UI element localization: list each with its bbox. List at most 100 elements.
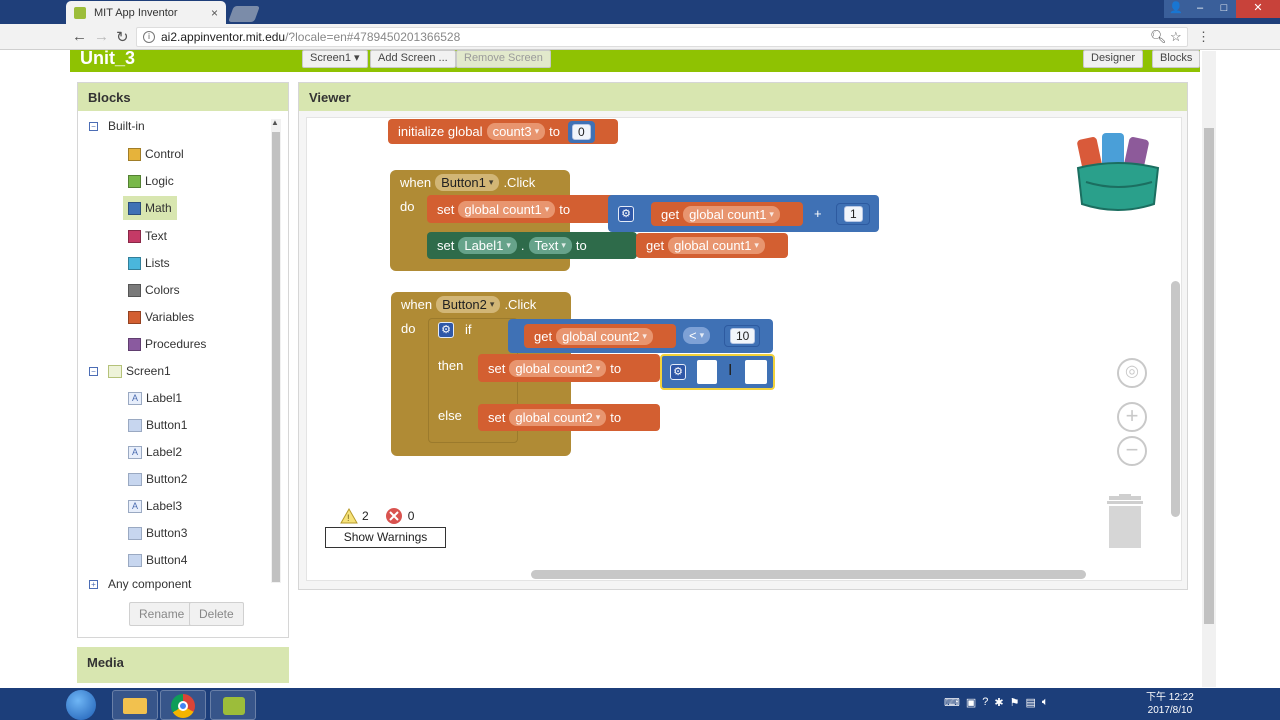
info-icon[interactable]: i: [143, 31, 155, 43]
rename-button[interactable]: Rename: [129, 602, 195, 626]
add-screen-button[interactable]: Add Screen ...: [370, 50, 456, 68]
show-warnings-button[interactable]: Show Warnings: [325, 527, 446, 548]
close-window-icon[interactable]: ✕: [1236, 0, 1280, 18]
number-field[interactable]: 1: [844, 206, 863, 222]
tree-item-button2[interactable]: Button2: [128, 470, 187, 488]
screen-select-button[interactable]: Screen1 ▾: [302, 50, 368, 68]
var-dropdown[interactable]: global count2: [509, 409, 607, 426]
tree-item-logic[interactable]: Logic: [128, 172, 174, 190]
bluetooth-icon[interactable]: ✱: [994, 696, 1003, 709]
tree-item-variables[interactable]: Variables: [128, 308, 194, 326]
user-icon[interactable]: 👤: [1164, 0, 1188, 18]
set-count1-block[interactable]: set global count1 to: [427, 195, 617, 223]
volume-icon[interactable]: 🔈︎: [1042, 696, 1049, 709]
component-dropdown[interactable]: Button2: [436, 295, 501, 313]
tree-item-procedures[interactable]: Procedures: [128, 335, 206, 353]
reload-icon[interactable]: ↻: [116, 28, 129, 46]
url-input[interactable]: i ai2.appinventor.mit.edu /?locale=en#47…: [136, 27, 1188, 47]
tree-screen1[interactable]: − Screen1: [89, 362, 171, 380]
scroll-up-arrow-icon[interactable]: ▲: [271, 118, 279, 127]
browser-tab[interactable]: MIT App Inventor ×: [66, 1, 226, 24]
ime-icon[interactable]: ⌨: [944, 696, 960, 709]
var-dropdown[interactable]: global count2: [509, 359, 607, 377]
network-icon[interactable]: ▤: [1026, 696, 1036, 709]
number-field[interactable]: 0: [571, 123, 591, 140]
blocks-button[interactable]: Blocks: [1152, 50, 1201, 68]
mutator-gear-icon[interactable]: ⚙: [618, 205, 634, 222]
var-name-field[interactable]: count3: [486, 123, 546, 140]
operator-dropdown[interactable]: <: [683, 327, 711, 344]
tree-builtin[interactable]: − Built-in: [89, 117, 145, 135]
tree-item-math[interactable]: Math: [123, 196, 177, 220]
remove-screen-button[interactable]: Remove Screen: [456, 50, 551, 68]
zoom-out-icon[interactable]: −: [1117, 436, 1147, 466]
tree-any-component[interactable]: + Any component: [89, 575, 191, 593]
blocks-scroll-thumb[interactable]: [272, 132, 280, 582]
set-label1-text-block[interactable]: set Label1 . Text to: [427, 232, 637, 259]
tree-item-label3[interactable]: A Label3: [128, 497, 182, 515]
svg-text:!: !: [347, 513, 350, 523]
var-dropdown[interactable]: global count1: [668, 237, 765, 254]
empty-input-socket[interactable]: [697, 360, 717, 384]
tray-app-icon[interactable]: ▣: [966, 696, 976, 709]
number-block[interactable]: 0: [567, 120, 595, 143]
workspace-vertical-scrollbar[interactable]: [1171, 281, 1180, 517]
get-count1-block[interactable]: get global count1: [636, 233, 788, 258]
collapse-icon[interactable]: −: [89, 366, 98, 376]
tab-close-icon[interactable]: ×: [211, 6, 218, 20]
windows-start-icon[interactable]: [66, 690, 96, 720]
zoom-in-icon[interactable]: +: [1117, 402, 1147, 432]
tree-item-label2[interactable]: A Label2: [128, 443, 182, 461]
designer-button[interactable]: Designer: [1083, 50, 1144, 68]
tree-item-label1[interactable]: A Label1: [128, 389, 182, 407]
tree-item-button4[interactable]: Button4: [128, 551, 187, 569]
number-field[interactable]: 10: [730, 328, 756, 344]
tree-item-lists[interactable]: Lists: [128, 254, 170, 272]
mutator-gear-icon[interactable]: ⚙: [438, 322, 454, 338]
property-dropdown[interactable]: Text: [528, 237, 572, 254]
tree-item-control[interactable]: Control: [128, 145, 184, 163]
tree-item-text[interactable]: Text: [128, 227, 167, 245]
number-block[interactable]: 10: [724, 325, 760, 347]
get-count1-block[interactable]: get global count1: [651, 202, 803, 226]
workspace-horizontal-scrollbar[interactable]: [531, 570, 1086, 579]
zoom-icon[interactable]: 🔍︎: [1150, 29, 1167, 45]
else-set-count2-block[interactable]: set global count2 to: [478, 404, 660, 431]
empty-input-socket[interactable]: [745, 360, 767, 384]
var-dropdown[interactable]: global count2: [556, 327, 653, 345]
then-set-count2-block[interactable]: set global count2 to: [478, 354, 660, 382]
blocks-panel-title: Blocks: [78, 83, 288, 111]
expand-icon[interactable]: +: [89, 579, 98, 589]
init-global-block[interactable]: initialize global count3 to 0: [388, 119, 618, 144]
trash-can-icon[interactable]: [1105, 494, 1145, 548]
app-inventor-emulator-icon[interactable]: [210, 690, 256, 720]
help-icon[interactable]: ?: [982, 696, 988, 709]
menu-kebab-icon[interactable]: ⋮: [1197, 29, 1210, 45]
get-count2-block[interactable]: get global count2: [524, 324, 676, 348]
tree-item-button3[interactable]: Button3: [128, 524, 187, 542]
minimize-icon[interactable]: –: [1188, 0, 1212, 18]
bookmark-star-icon[interactable]: ☆: [1170, 29, 1182, 45]
tree-item-button1[interactable]: Button1: [128, 416, 187, 434]
component-dropdown[interactable]: Button1: [435, 173, 500, 191]
tree-item-colors[interactable]: Colors: [128, 281, 180, 299]
var-dropdown[interactable]: global count1: [683, 205, 780, 223]
backpack-icon[interactable]: [1072, 130, 1164, 214]
file-explorer-icon[interactable]: [112, 690, 158, 720]
delete-button[interactable]: Delete: [189, 602, 244, 626]
tree-item-label: Button2: [146, 472, 188, 486]
var-dropdown[interactable]: global count1: [458, 200, 556, 218]
component-dropdown[interactable]: Label1: [458, 237, 517, 254]
flag-icon[interactable]: ⚑: [1010, 696, 1020, 709]
collapse-icon[interactable]: −: [89, 121, 98, 131]
center-workspace-icon[interactable]: ◎: [1117, 358, 1147, 388]
back-arrow-icon[interactable]: ←: [72, 28, 87, 45]
mutator-gear-icon[interactable]: ⚙: [670, 364, 686, 380]
taskbar-clock[interactable]: 下午 12:22 2017/8/10: [1146, 691, 1194, 717]
maximize-icon[interactable]: □: [1212, 0, 1236, 18]
tree-item-label: Screen1: [126, 364, 171, 378]
chrome-icon[interactable]: [160, 690, 206, 720]
forward-arrow-icon[interactable]: →: [94, 28, 109, 45]
page-scroll-thumb[interactable]: [1204, 128, 1214, 624]
number-block[interactable]: 1: [836, 203, 870, 225]
